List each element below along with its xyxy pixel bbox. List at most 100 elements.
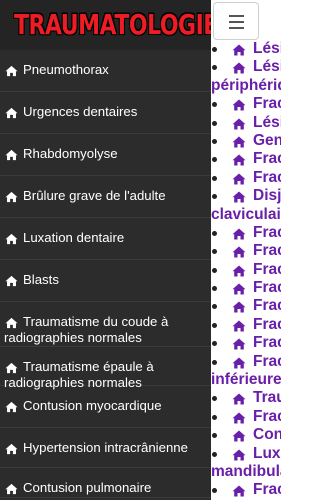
main-content: LésiLésipériphériquFracLésiGenFracFracDi… — [211, 0, 281, 500]
article-link[interactable]: Trau — [211, 389, 281, 407]
article-link[interactable]: Frac — [211, 242, 281, 260]
menu-toggle-button[interactable] — [213, 2, 259, 40]
drawer-item[interactable]: Luxation dentaire — [0, 218, 211, 260]
home-icon — [5, 442, 18, 455]
article-link-text: mandibula — [211, 462, 281, 480]
home-icon — [232, 153, 246, 166]
drawer-item[interactable]: Brûlure grave de l'adulte — [0, 176, 211, 218]
article-link[interactable]: Frac — [211, 297, 281, 315]
home-icon — [232, 190, 246, 203]
home-icon — [232, 392, 246, 405]
article-link-text: Frac — [253, 168, 281, 186]
article-link-text: Frac — [253, 352, 281, 370]
article-link-text: Disj — [253, 187, 281, 205]
drawer-item[interactable]: Hypertension intracrânienne — [0, 428, 211, 468]
article-link-text: Frac — [253, 481, 281, 499]
article-link[interactable]: Lési — [211, 58, 281, 76]
home-icon — [232, 337, 246, 350]
home-icon — [5, 274, 18, 287]
home-icon — [232, 245, 246, 258]
home-icon — [232, 135, 246, 148]
drawer-item[interactable]: Pneumothorax — [0, 50, 211, 92]
bullet-icon — [212, 194, 217, 200]
article-link-text: claviculair — [211, 205, 281, 223]
link-continuation[interactable]: périphériqu — [211, 77, 281, 95]
article-link[interactable]: Frac — [211, 481, 281, 499]
drawer-item-label: Traumatisme du coude à radiographies nor… — [4, 314, 169, 345]
article-link-text: Trau — [253, 389, 281, 407]
drawer-item[interactable]: Contusion myocardique — [0, 386, 211, 428]
drawer-item-label: Contusion pulmonaire — [23, 480, 152, 495]
bullet-icon — [212, 230, 217, 236]
article-link-text: Frac — [253, 260, 281, 278]
article-link-text: périphériqu — [211, 76, 281, 94]
drawer-item-label: Rhabdomyolyse — [23, 146, 118, 161]
article-link[interactable]: Frac — [211, 353, 281, 371]
bullet-icon — [212, 102, 217, 108]
article-link[interactable]: Frac — [211, 150, 281, 168]
article-link-text: Frac — [253, 297, 281, 315]
article-link-text: Frac — [253, 223, 281, 241]
article-link[interactable]: Frac — [211, 279, 281, 297]
article-link[interactable]: Frac — [211, 261, 281, 279]
article-link-text: Frac — [253, 242, 281, 260]
bullet-icon — [212, 304, 217, 310]
link-continuation[interactable]: mandibula — [211, 463, 281, 481]
app-logo: TRAUMATOLOGIE — [14, 10, 211, 42]
app-root: LésiLésipériphériquFracLésiGenFracFracDi… — [0, 0, 281, 500]
link-continuation[interactable]: inférieure — [211, 371, 281, 389]
article-link-text: Frac — [253, 95, 281, 113]
bullet-icon — [212, 249, 217, 255]
bullet-icon — [212, 451, 217, 457]
drawer-item[interactable]: Rhabdomyolyse — [0, 134, 211, 176]
article-link[interactable]: Frac — [211, 316, 281, 334]
drawer-item[interactable]: Blasts — [0, 260, 211, 302]
bullet-icon — [212, 120, 217, 126]
link-continuation[interactable]: claviculair — [211, 206, 281, 224]
article-link-text: Lési — [253, 40, 281, 57]
article-link[interactable]: Con — [211, 426, 281, 444]
bullet-icon — [212, 359, 217, 365]
drawer-item-label: Hypertension intracrânienne — [23, 440, 188, 455]
bullet-icon — [212, 175, 217, 181]
drawer-item-label: Blasts — [23, 272, 59, 287]
article-link[interactable]: Frac — [211, 95, 281, 113]
drawer-item[interactable]: Traumatisme épaule à radiographies norma… — [0, 347, 211, 390]
article-link-text: Frac — [253, 334, 281, 352]
article-link[interactable]: Disj — [211, 187, 281, 205]
bullet-icon — [212, 322, 217, 328]
article-link[interactable]: Frac — [211, 408, 281, 426]
home-icon — [5, 232, 18, 245]
article-link-list: LésiLésipériphériquFracLésiGenFracFracDi… — [211, 40, 281, 500]
drawer-item-label: Luxation dentaire — [23, 230, 125, 245]
drawer-item[interactable]: Urgences dentaires — [0, 92, 211, 134]
article-link[interactable]: Lési — [211, 40, 281, 58]
article-link[interactable]: Gen — [211, 132, 281, 150]
home-icon — [232, 264, 246, 277]
bullet-icon — [212, 157, 217, 163]
article-link-text: Gen — [253, 131, 281, 149]
article-link[interactable]: Frac — [211, 334, 281, 352]
home-icon — [232, 356, 246, 369]
home-icon — [232, 227, 246, 240]
home-icon — [5, 64, 18, 77]
article-link[interactable]: Frac — [211, 224, 281, 242]
article-link[interactable]: Luxa — [211, 445, 281, 463]
home-icon — [232, 319, 246, 332]
bullet-icon — [212, 65, 217, 71]
home-icon — [232, 117, 246, 130]
article-link[interactable]: Lési — [211, 114, 281, 132]
bullet-icon — [212, 47, 217, 52]
drawer-item[interactable]: Traumatisme du coude à radiographies nor… — [0, 302, 211, 347]
home-icon — [232, 429, 246, 442]
drawer-item[interactable]: Contusion pulmonaire — [0, 468, 211, 498]
article-link-text: inférieure — [211, 371, 281, 389]
article-link[interactable]: Frac — [211, 169, 281, 187]
drawer-item-label: Pneumothorax — [23, 62, 109, 77]
home-icon — [232, 484, 246, 497]
article-link-text: Luxa — [253, 444, 281, 462]
drawer-item-label: Urgences dentaires — [23, 104, 138, 119]
home-icon — [232, 282, 246, 295]
home-icon — [5, 190, 18, 203]
home-icon — [5, 148, 18, 161]
